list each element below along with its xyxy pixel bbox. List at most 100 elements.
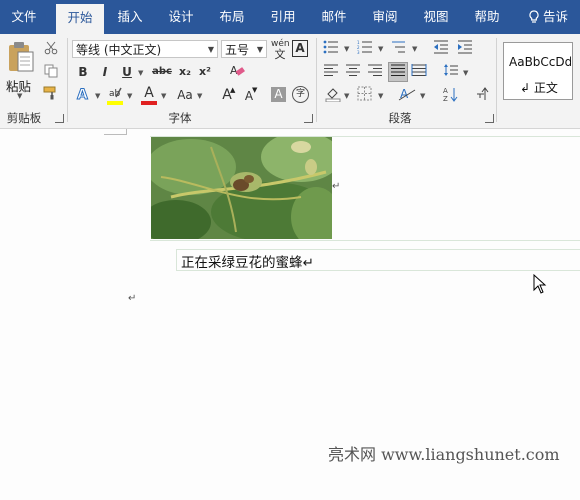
- font-name-value: 等线 (中文正文): [76, 43, 162, 57]
- borders-dropdown-icon[interactable]: ▼: [378, 92, 383, 100]
- tab-design[interactable]: 设计: [157, 0, 205, 34]
- font-color-button[interactable]: A: [140, 85, 158, 105]
- svg-text:A: A: [443, 87, 448, 95]
- format-painter-icon[interactable]: [42, 86, 60, 104]
- page-corner-mark: [104, 129, 127, 135]
- mouse-cursor-icon: [533, 274, 547, 294]
- table-border: [150, 240, 580, 241]
- tell-me-box[interactable]: 告诉我: [524, 0, 580, 58]
- chinese-layout-icon[interactable]: A: [398, 86, 416, 104]
- ribbon: 粘贴 ▼ 剪贴板 等线 (中文正文) ▼ 五号 ▼ wén 文 A B I U: [0, 34, 580, 129]
- svg-text:A: A: [77, 87, 88, 102]
- paragraph-mark: ↵: [128, 293, 137, 304]
- line-spacing-dropdown-icon[interactable]: ▼: [463, 69, 468, 77]
- underline-dropdown-icon[interactable]: ▼: [138, 69, 143, 77]
- style-sample-text: AaBbCcDd: [509, 55, 571, 69]
- shading-dropdown-icon[interactable]: ▼: [344, 92, 349, 100]
- superscript-button[interactable]: x²: [196, 63, 214, 81]
- highlight-color-swatch: [107, 101, 123, 105]
- change-case-button[interactable]: Aa: [175, 86, 195, 104]
- italic-button[interactable]: I: [96, 63, 114, 81]
- copy-icon[interactable]: [42, 64, 60, 82]
- align-left-icon[interactable]: [322, 63, 340, 81]
- justify-icon[interactable]: [388, 62, 408, 82]
- ribbon-tab-bar: 文件 开始 插入 设计 布局 引用 邮件 审阅 视图 帮助 告诉我: [0, 0, 580, 58]
- distributed-icon[interactable]: [410, 63, 428, 81]
- bold-button[interactable]: B: [74, 63, 92, 81]
- cut-icon[interactable]: [42, 41, 60, 59]
- paragraph-mark: ↵: [332, 181, 341, 192]
- phonetic-guide-button[interactable]: wén 文: [271, 39, 290, 60]
- highlight-color-button[interactable]: ab: [106, 85, 124, 105]
- svg-text:Z: Z: [443, 95, 448, 102]
- tab-review[interactable]: 审阅: [361, 0, 409, 34]
- bullets-icon[interactable]: [322, 40, 340, 58]
- clipboard-group-label: 剪贴板: [6, 111, 42, 125]
- chevron-down-icon: ▼: [207, 45, 214, 54]
- group-divider: [496, 38, 497, 122]
- arrow-up-icon: ▲: [230, 86, 236, 94]
- tab-layout[interactable]: 布局: [208, 0, 256, 34]
- paste-dropdown-icon[interactable]: ▼: [17, 92, 22, 100]
- chinese-layout-dropdown-icon[interactable]: ▼: [420, 92, 425, 100]
- multilevel-list-icon[interactable]: [390, 40, 408, 58]
- align-right-icon[interactable]: [366, 63, 384, 81]
- paste-button[interactable]: [6, 40, 36, 74]
- paragraph-launcher-icon[interactable]: [485, 114, 494, 123]
- tab-references[interactable]: 引用: [259, 0, 307, 34]
- svg-text:3: 3: [357, 50, 360, 54]
- line-spacing-icon[interactable]: [442, 63, 460, 81]
- clipboard-launcher-icon[interactable]: [55, 114, 64, 123]
- tab-mailings[interactable]: 邮件: [310, 0, 358, 34]
- clear-formatting-icon[interactable]: A: [228, 63, 246, 81]
- highlight-dropdown-icon[interactable]: ▼: [127, 92, 132, 100]
- tab-insert[interactable]: 插入: [106, 0, 154, 34]
- font-color-glyph: A: [144, 85, 154, 101]
- lightbulb-icon: [529, 10, 539, 23]
- multilevel-list-dropdown-icon[interactable]: ▼: [412, 45, 417, 53]
- numbering-icon[interactable]: 123: [356, 40, 374, 58]
- show-formatting-marks-icon[interactable]: [474, 86, 492, 104]
- svg-text:A: A: [230, 64, 238, 77]
- table-border: [176, 249, 580, 250]
- font-color-swatch: [141, 101, 157, 105]
- strikethrough-button[interactable]: abc: [150, 63, 174, 81]
- paste-icon: [9, 42, 34, 72]
- increase-indent-icon[interactable]: [456, 40, 474, 58]
- enclose-characters-button[interactable]: 字: [292, 86, 309, 103]
- shading-icon[interactable]: [324, 86, 342, 104]
- numbering-dropdown-icon[interactable]: ▼: [378, 45, 383, 53]
- arrow-down-icon: ▼: [252, 86, 258, 94]
- font-launcher-icon[interactable]: [304, 114, 313, 123]
- font-group-label: 字体: [168, 111, 192, 125]
- borders-icon[interactable]: [356, 86, 374, 104]
- character-border-button[interactable]: A: [292, 40, 308, 57]
- tab-help[interactable]: 帮助: [463, 0, 511, 34]
- table-border: [176, 249, 177, 271]
- text-effects-icon[interactable]: A: [74, 86, 92, 104]
- underline-button[interactable]: U: [118, 63, 136, 81]
- font-size-value: 五号: [225, 43, 250, 57]
- font-color-dropdown-icon[interactable]: ▼: [161, 92, 166, 100]
- decrease-indent-icon[interactable]: [432, 40, 450, 58]
- document-canvas[interactable]: ↵ 正在采绿豆花的蜜蜂↵ ↵ 亮术网 www.liangshunet.com: [0, 129, 580, 500]
- font-size-combo[interactable]: 五号 ▼: [221, 40, 267, 58]
- group-divider: [67, 38, 68, 122]
- sort-icon[interactable]: AZ: [442, 86, 460, 104]
- tab-file[interactable]: 文件: [0, 0, 48, 34]
- style-normal-tile[interactable]: AaBbCcDd ↲ 正文: [503, 42, 573, 100]
- align-center-icon[interactable]: [344, 63, 362, 81]
- font-name-combo[interactable]: 等线 (中文正文) ▼: [72, 40, 218, 58]
- photo-caption[interactable]: 正在采绿豆花的蜜蜂↵: [181, 251, 314, 271]
- style-name-label: ↲ 正文: [520, 81, 558, 95]
- bee-on-mung-bean-flower-photo[interactable]: [151, 137, 332, 239]
- bullets-dropdown-icon[interactable]: ▼: [344, 45, 349, 53]
- chevron-down-icon: ▼: [256, 45, 263, 54]
- tab-home[interactable]: 开始: [56, 4, 104, 34]
- paragraph-group-label: 段落: [388, 111, 412, 125]
- tab-view[interactable]: 视图: [412, 0, 460, 34]
- change-case-dropdown-icon[interactable]: ▼: [197, 92, 202, 100]
- subscript-button[interactable]: x₂: [176, 63, 194, 81]
- text-effects-dropdown-icon[interactable]: ▼: [95, 92, 100, 100]
- character-shading-button[interactable]: A: [271, 87, 286, 102]
